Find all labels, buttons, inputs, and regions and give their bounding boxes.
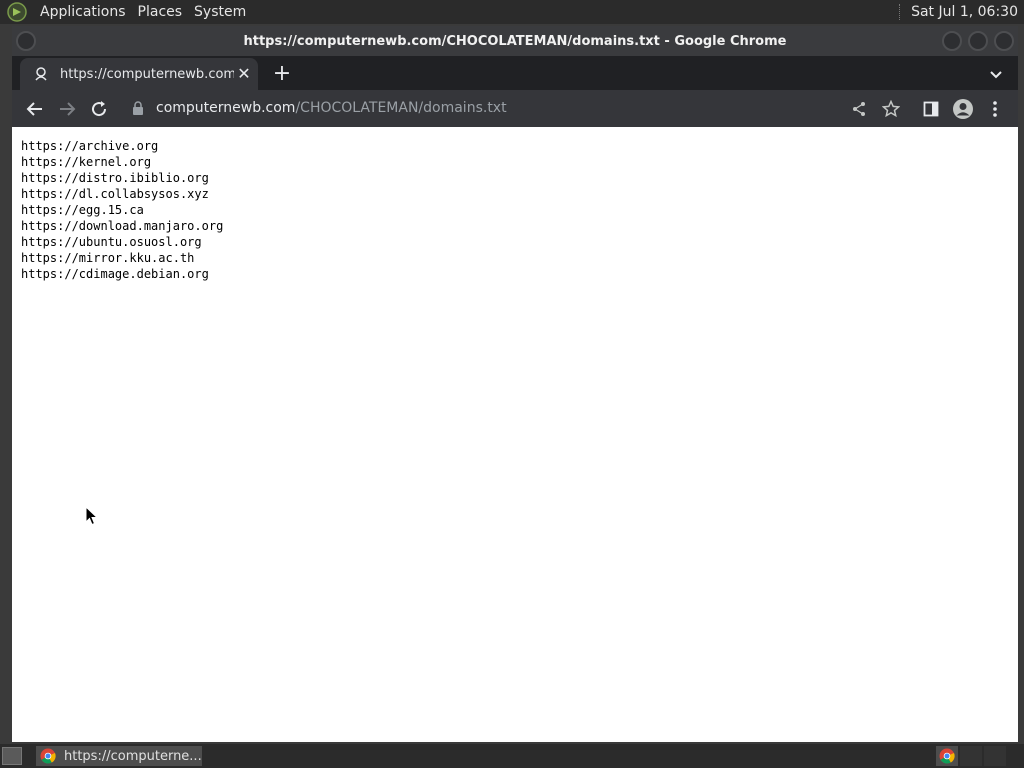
- list-item: https://archive.org: [21, 139, 159, 153]
- workspace-slot[interactable]: [984, 746, 1006, 766]
- window-titlebar[interactable]: https://computernewb.com/CHOCOLATEMAN/do…: [12, 26, 1018, 56]
- profile-avatar-icon[interactable]: [950, 96, 976, 122]
- clock[interactable]: Sat Jul 1, 06:30: [911, 4, 1024, 20]
- tab-close-icon[interactable]: ✕: [234, 64, 254, 84]
- workspace-slot[interactable]: [960, 746, 982, 766]
- mouse-pointer-icon: [85, 505, 99, 526]
- url-host: computernewb.com: [156, 100, 296, 116]
- address-bar[interactable]: computernewb.com/CHOCOLATEMAN/domains.tx…: [130, 93, 910, 123]
- top-panel: Applications Places System Sat Jul 1, 06…: [0, 0, 1024, 24]
- minimize-button[interactable]: [942, 31, 962, 51]
- url-path: /CHOCOLATEMAN/domains.txt: [295, 100, 507, 116]
- list-item: https://distro.ibiblio.org: [21, 171, 209, 185]
- side-panel-icon[interactable]: [918, 96, 944, 122]
- taskbar-window-button[interactable]: https://computerne...: [36, 746, 202, 766]
- distro-logo-icon[interactable]: [6, 1, 28, 23]
- maximize-button[interactable]: [968, 31, 988, 51]
- lock-icon[interactable]: [130, 100, 146, 116]
- new-tab-button[interactable]: +: [270, 63, 294, 87]
- forward-button[interactable]: [54, 96, 80, 122]
- taskbar-window-label: https://computerne...: [64, 748, 202, 764]
- list-item: https://mirror.kku.ac.th: [21, 251, 195, 265]
- list-item: https://egg.15.ca: [21, 203, 144, 217]
- close-window-button[interactable]: [994, 31, 1014, 51]
- list-item: https://cdimage.debian.org: [21, 267, 209, 281]
- workspace-switcher-chrome-icon[interactable]: [936, 746, 958, 766]
- tab-active[interactable]: https://computernewb.com/CHOCOLATEMAN/do…: [20, 58, 258, 90]
- kebab-menu-icon[interactable]: [982, 96, 1008, 122]
- panel-separator: [899, 4, 901, 20]
- chrome-icon: [40, 748, 56, 764]
- menu-applications[interactable]: Applications: [34, 0, 132, 24]
- menu-places[interactable]: Places: [132, 0, 189, 24]
- tab-title: https://computernewb.com/CHOCOLATEMAN/do…: [60, 66, 234, 82]
- list-item: https://dl.collabsysos.xyz: [21, 187, 209, 201]
- list-item: https://download.manjaro.org: [21, 219, 224, 233]
- browser-toolbar: computernewb.com/CHOCOLATEMAN/domains.tx…: [12, 90, 1018, 127]
- bottom-taskbar: https://computerne...: [0, 744, 1024, 768]
- list-item: https://ubuntu.osuosl.org: [21, 235, 202, 249]
- show-desktop-icon[interactable]: [2, 747, 22, 765]
- share-icon[interactable]: [846, 96, 872, 122]
- tab-search-chevron-icon[interactable]: [986, 64, 1006, 84]
- window-title: https://computernewb.com/CHOCOLATEMAN/do…: [243, 33, 787, 49]
- reload-button[interactable]: [86, 96, 112, 122]
- page-content: https://archive.org https://kernel.org h…: [12, 127, 1018, 742]
- favicon-icon: [32, 65, 50, 83]
- menu-system[interactable]: System: [188, 0, 252, 24]
- tab-strip: https://computernewb.com/CHOCOLATEMAN/do…: [12, 56, 1018, 90]
- bookmark-star-icon[interactable]: [878, 96, 904, 122]
- window-menu-button[interactable]: [16, 31, 36, 51]
- list-item: https://kernel.org: [21, 155, 152, 169]
- back-button[interactable]: [22, 96, 48, 122]
- browser-window: https://computernewb.com/CHOCOLATEMAN/do…: [12, 26, 1018, 742]
- domain-list: https://archive.org https://kernel.org h…: [21, 138, 1018, 282]
